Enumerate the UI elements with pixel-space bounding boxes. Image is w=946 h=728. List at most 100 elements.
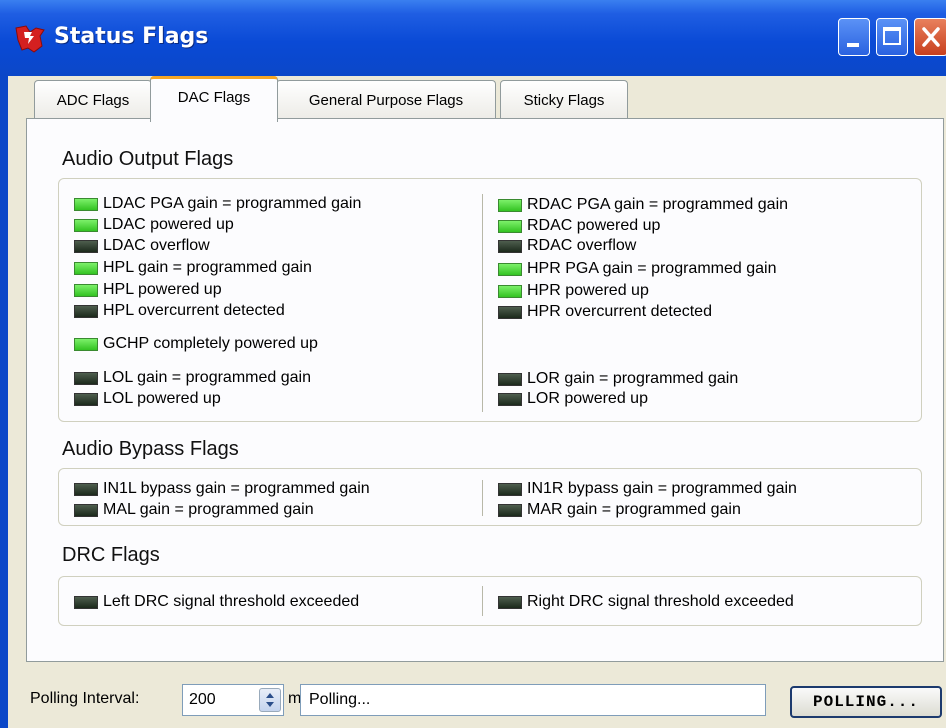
flag-label: MAL gain = programmed gain xyxy=(103,501,314,518)
flag-label: HPR PGA gain = programmed gain xyxy=(527,260,777,277)
title-bar[interactable]: Status Flags xyxy=(0,0,946,76)
polling-status-field: Polling... xyxy=(300,684,766,716)
status-led-icon xyxy=(498,305,522,319)
flag-row: RDAC PGA gain = programmed gain xyxy=(498,195,788,215)
status-led-icon xyxy=(74,261,98,275)
flag-row: LOR gain = programmed gain xyxy=(498,369,738,389)
flag-label: LDAC overflow xyxy=(103,237,210,254)
close-button[interactable] xyxy=(914,18,946,56)
status-bar: Polling Interval: 200 ms Polling... POLL… xyxy=(8,676,946,728)
flag-row: LOL powered up xyxy=(74,389,221,409)
tab-adc-flags[interactable]: ADC Flags xyxy=(34,80,152,120)
group-divider xyxy=(482,194,483,412)
flag-label: LOL gain = programmed gain xyxy=(103,369,311,386)
spinner-arrows[interactable] xyxy=(259,688,281,712)
minimize-button[interactable] xyxy=(838,18,870,56)
polling-interval-label: Polling Interval: xyxy=(30,690,140,707)
flag-row: Left DRC signal threshold exceeded xyxy=(74,592,359,612)
flag-label: HPR overcurrent detected xyxy=(527,303,712,320)
status-led-icon xyxy=(498,198,522,212)
status-led-icon xyxy=(74,503,98,517)
flag-row: HPL powered up xyxy=(74,280,222,300)
status-led-icon xyxy=(74,337,98,351)
flag-label: HPL gain = programmed gain xyxy=(103,259,312,276)
flag-label: Right DRC signal threshold exceeded xyxy=(527,593,794,610)
flag-row: LDAC overflow xyxy=(74,236,210,256)
status-led-icon xyxy=(74,239,98,253)
flag-row: MAR gain = programmed gain xyxy=(498,500,741,520)
flag-label: HPL overcurrent detected xyxy=(103,302,285,319)
group-divider xyxy=(482,586,483,616)
tab-general-purpose-flags[interactable]: General Purpose Flags xyxy=(276,80,496,120)
flag-row: HPL overcurrent detected xyxy=(74,301,285,321)
flag-label: MAR gain = programmed gain xyxy=(527,501,741,518)
flag-label: RDAC overflow xyxy=(527,237,637,254)
close-icon xyxy=(922,27,940,47)
status-led-icon xyxy=(74,371,98,385)
tab-dac-flags[interactable]: DAC Flags xyxy=(150,76,278,122)
up-down-arrows-icon xyxy=(266,693,274,707)
status-led-icon xyxy=(74,218,98,232)
status-led-icon xyxy=(74,392,98,406)
window-left-border xyxy=(0,76,8,728)
maximize-button[interactable] xyxy=(876,18,908,56)
flag-label: LDAC PGA gain = programmed gain xyxy=(103,195,362,212)
status-led-icon xyxy=(498,372,522,386)
status-led-icon xyxy=(74,283,98,297)
tab-label: ADC Flags xyxy=(56,92,130,109)
flag-label: LOL powered up xyxy=(103,390,221,407)
group-divider xyxy=(482,480,483,516)
flag-label: Left DRC signal threshold exceeded xyxy=(103,593,360,610)
status-led-icon xyxy=(498,284,522,298)
flag-row: LOR powered up xyxy=(498,389,648,409)
polling-interval-spinner[interactable]: 200 xyxy=(182,684,284,716)
polling-button[interactable]: POLLING... xyxy=(790,686,942,718)
status-led-icon xyxy=(498,392,522,406)
flag-row: MAL gain = programmed gain xyxy=(74,500,314,520)
flag-label: RDAC PGA gain = programmed gain xyxy=(527,196,789,213)
status-led-icon xyxy=(498,219,522,233)
minimize-icon xyxy=(847,43,859,47)
status-led-icon xyxy=(498,239,522,253)
tab-label: Sticky Flags xyxy=(523,92,605,109)
tab-label: DAC Flags xyxy=(177,89,251,106)
flag-row: HPR powered up xyxy=(498,281,649,301)
section-title-audio-output: Audio Output Flags xyxy=(62,148,234,170)
flag-label: GCHP completely powered up xyxy=(103,335,318,352)
status-led-icon xyxy=(74,482,98,496)
maximize-icon xyxy=(883,27,901,45)
polling-interval-value[interactable]: 200 xyxy=(189,691,216,709)
status-led-icon xyxy=(74,595,98,609)
flag-label: IN1R bypass gain = programmed gain xyxy=(527,480,797,497)
status-led-icon xyxy=(74,197,98,211)
status-led-icon xyxy=(498,262,522,276)
tab-label: General Purpose Flags xyxy=(308,92,464,109)
flag-label: RDAC powered up xyxy=(527,217,661,234)
section-title-drc: DRC Flags xyxy=(62,544,160,566)
flag-row: LOL gain = programmed gain xyxy=(74,368,311,388)
flag-row: IN1L bypass gain = programmed gain xyxy=(74,479,370,499)
flag-row: HPR PGA gain = programmed gain xyxy=(498,259,776,279)
flag-row: HPL gain = programmed gain xyxy=(74,258,312,278)
flag-label: HPR powered up xyxy=(527,282,649,299)
status-led-icon xyxy=(74,304,98,318)
flag-label: LOR gain = programmed gain xyxy=(527,370,739,387)
flag-row: LDAC powered up xyxy=(74,215,234,235)
status-led-icon xyxy=(498,503,522,517)
status-led-icon xyxy=(498,595,522,609)
tab-sticky-flags[interactable]: Sticky Flags xyxy=(500,80,628,120)
flag-row: LDAC PGA gain = programmed gain xyxy=(74,194,361,214)
flag-row: Right DRC signal threshold exceeded xyxy=(498,592,794,612)
flag-row: IN1R bypass gain = programmed gain xyxy=(498,479,797,499)
flag-label: IN1L bypass gain = programmed gain xyxy=(103,480,370,497)
status-led-icon xyxy=(498,482,522,496)
flag-row: GCHP completely powered up xyxy=(74,334,318,354)
flag-label: LOR powered up xyxy=(527,390,648,407)
window-title: Status Flags xyxy=(54,24,209,49)
section-title-audio-bypass: Audio Bypass Flags xyxy=(62,438,239,460)
flag-row: RDAC overflow xyxy=(498,236,636,256)
flag-label: HPL powered up xyxy=(103,281,222,298)
flag-row: HPR overcurrent detected xyxy=(498,302,712,322)
app-logo-icon xyxy=(15,25,45,53)
flag-label: LDAC powered up xyxy=(103,216,234,233)
